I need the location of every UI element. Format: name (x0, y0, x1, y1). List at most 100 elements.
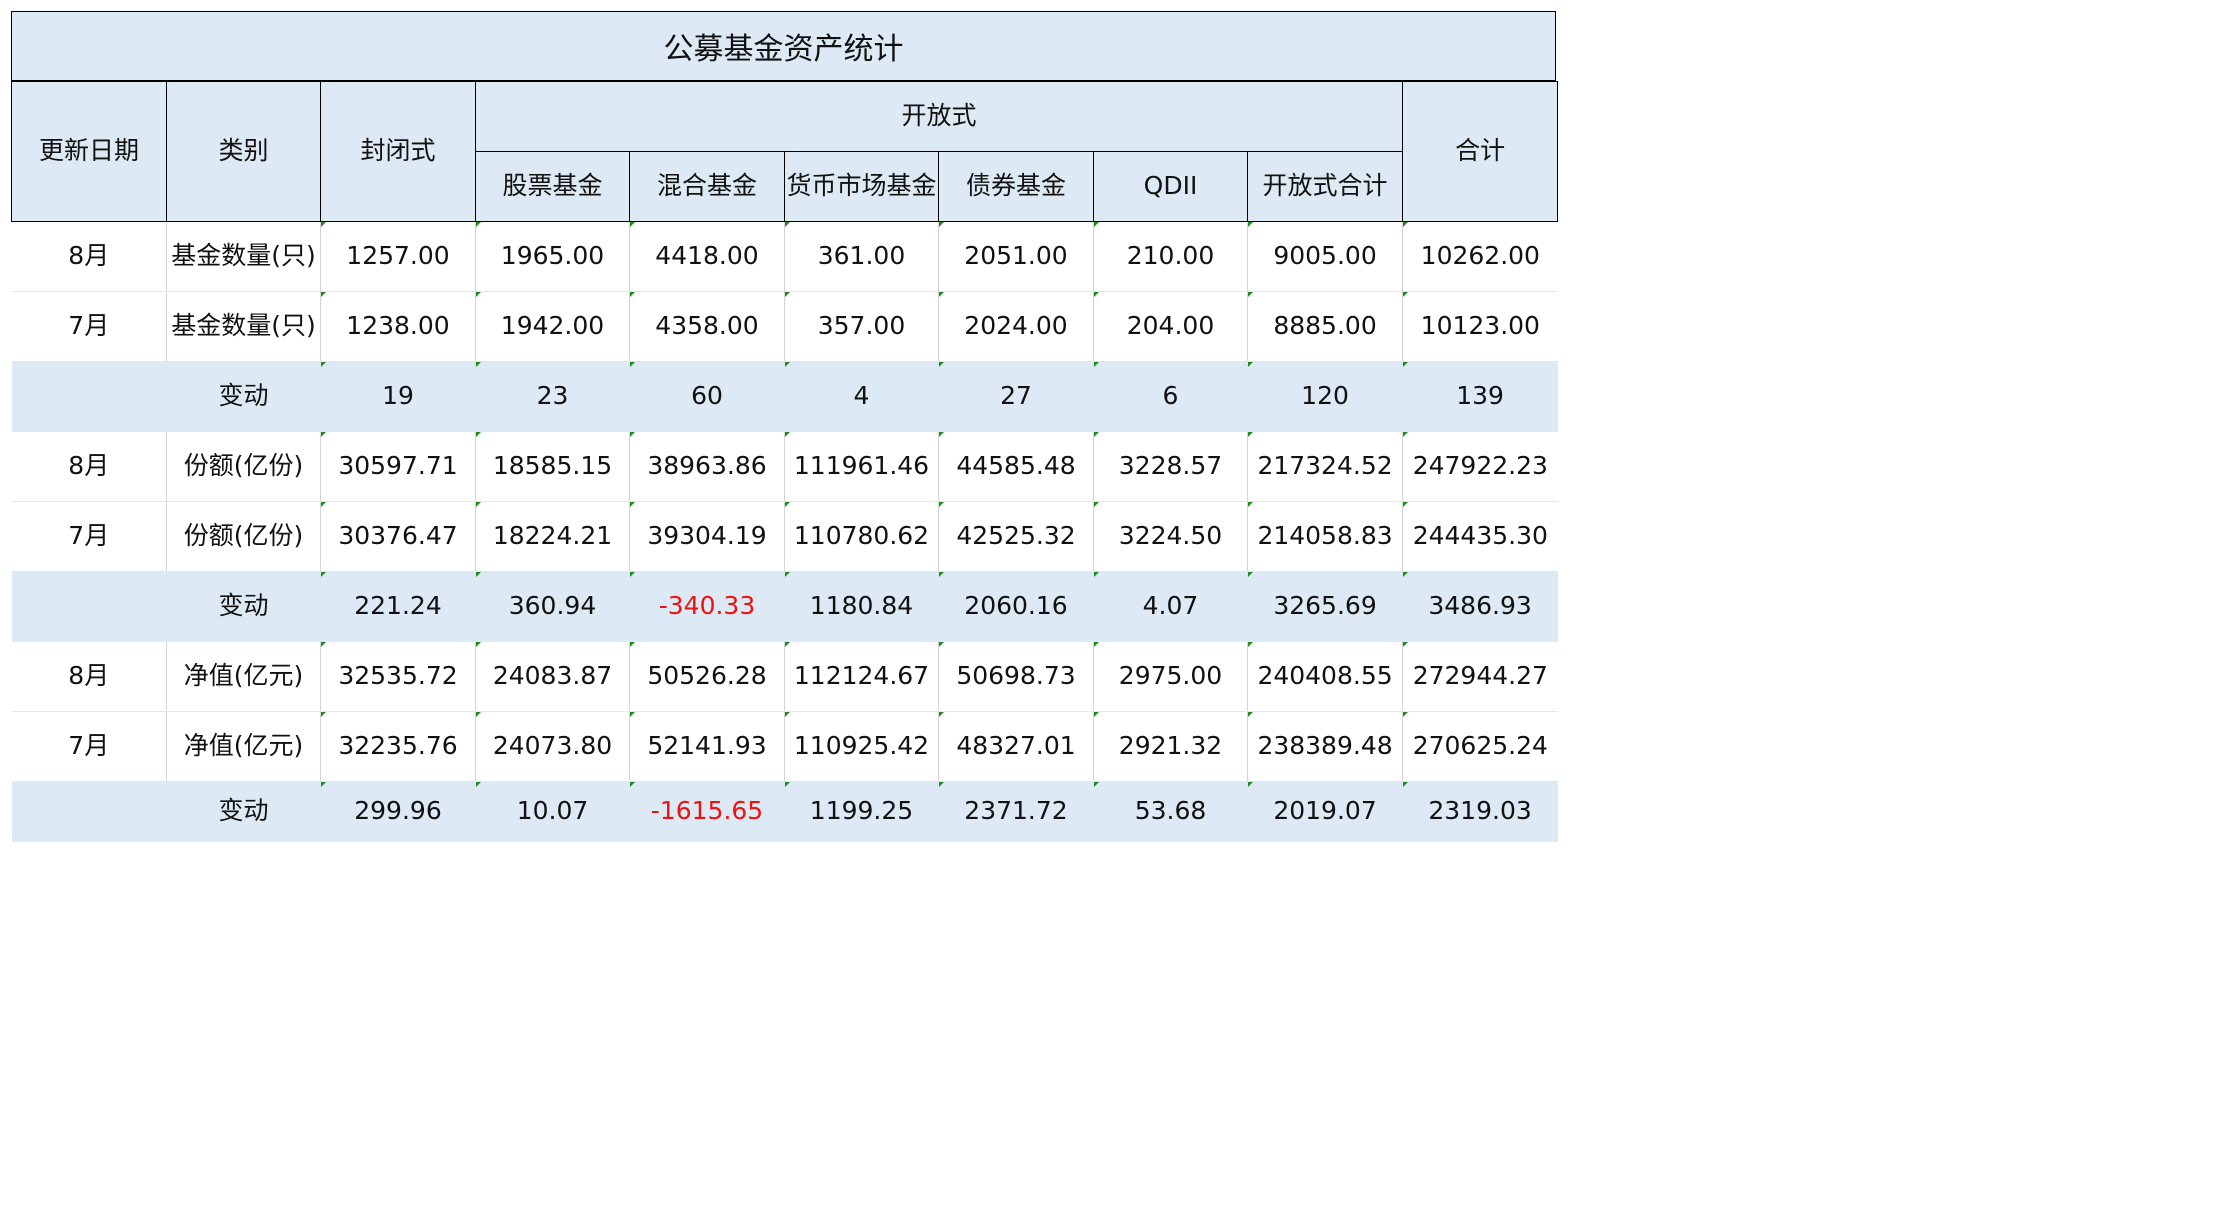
row-value: 38963.86 (629, 431, 785, 502)
row-value: 23 (475, 361, 630, 432)
row-value: 4418.00 (629, 221, 785, 292)
row-category: 净值(亿元) (166, 641, 321, 712)
row-value: 50526.28 (629, 641, 785, 712)
row-date (11, 781, 167, 842)
row-category: 份额(亿份) (166, 431, 321, 502)
header-qdii: QDII (1093, 151, 1248, 222)
row-value: 2051.00 (938, 221, 1094, 292)
row-value: 30376.47 (320, 501, 476, 572)
row-value: 1238.00 (320, 291, 476, 362)
table-row-change: 变动 299.96 10.07 -1615.65 1199.25 2371.72 53.68… (11, 781, 1558, 842)
row-value: 10.07 (475, 781, 630, 842)
row-category: 净值(亿元) (166, 711, 321, 782)
row-value: 8885.00 (1246, 291, 1403, 362)
row-value: 2371.72 (938, 781, 1094, 842)
row-value: 30597.71 (320, 431, 476, 502)
header-money-market-fund: 货币市场基金 (784, 151, 939, 222)
row-date: 8月 (11, 641, 167, 712)
table-title: 公募基金资产统计 (11, 11, 1556, 81)
header-mixed-fund: 混合基金 (629, 151, 785, 222)
row-category: 基金数量(只) (166, 221, 321, 292)
row-value: 3228.57 (1093, 431, 1248, 502)
row-value: 2060.16 (938, 571, 1094, 642)
row-value: 357.00 (784, 291, 939, 362)
row-value: 139 (1402, 361, 1558, 432)
row-value: -340.33 (629, 571, 785, 642)
row-value: 299.96 (320, 781, 476, 842)
row-value: 39304.19 (629, 501, 785, 572)
table-row: 7月 份额(亿份) 30376.47 18224.21 39304.19 110780.6… (11, 501, 1558, 572)
row-value: -1615.65 (629, 781, 785, 842)
row-value: 361.00 (784, 221, 939, 292)
row-date (11, 361, 167, 432)
table-row-change: 变动 221.24 360.94 -340.33 1180.84 2060.16 4.07 3… (11, 571, 1558, 642)
table-row: 8月 基金数量(只) 1257.00 1965.00 4418.00 361.00 2051… (11, 221, 1558, 292)
row-value: 2921.32 (1093, 711, 1248, 782)
row-value: 44585.48 (938, 431, 1094, 502)
row-value: 240408.55 (1246, 641, 1403, 712)
row-value: 2019.07 (1247, 781, 1403, 842)
row-date (11, 571, 167, 642)
header-open-total: 开放式合计 (1247, 151, 1404, 222)
fund-asset-table: 更新日期 类别 封闭式 开放式 合计 股票基金 混合基金 货币市场基金 债券基金… (11, 81, 1559, 842)
header-bond-fund: 债券基金 (938, 151, 1094, 222)
row-value: 112124.67 (784, 641, 939, 712)
row-date: 7月 (11, 711, 167, 782)
row-value: 60 (629, 361, 785, 432)
row-value: 1199.25 (784, 781, 939, 842)
row-date: 7月 (11, 291, 167, 362)
header-total: 合计 (1402, 81, 1559, 222)
row-value: 50698.73 (938, 641, 1094, 712)
table-row: 8月 净值(亿元) 32535.72 24083.87 50526.28 112124.6… (11, 641, 1558, 712)
table-row-change: 变动 19 23 60 4 27 6 120 139 (11, 361, 1558, 432)
row-value: 48327.01 (938, 711, 1094, 782)
table-row: 8月 份额(亿份) 30597.71 18585.15 38963.86 111961.4… (11, 431, 1558, 502)
row-value: 32535.72 (320, 641, 476, 712)
row-value: 2319.03 (1402, 781, 1558, 842)
row-value: 120 (1247, 361, 1403, 432)
row-value: 204.00 (1093, 291, 1248, 362)
row-value: 18224.21 (475, 501, 630, 572)
row-value: 18585.15 (475, 431, 630, 502)
row-value: 2975.00 (1093, 641, 1248, 712)
row-date: 8月 (11, 221, 167, 292)
row-value: 1257.00 (320, 221, 476, 292)
row-value: 10123.00 (1402, 291, 1558, 362)
row-value: 52141.93 (629, 711, 785, 782)
row-value: 4 (784, 361, 939, 432)
row-value: 19 (320, 361, 476, 432)
row-value: 1942.00 (475, 291, 630, 362)
row-date: 8月 (11, 431, 167, 502)
row-value: 24073.80 (475, 711, 630, 782)
row-category: 变动 (166, 781, 321, 842)
row-value: 32235.76 (320, 711, 476, 782)
row-value: 110925.42 (784, 711, 939, 782)
row-value: 10262.00 (1402, 221, 1558, 292)
header-open-group: 开放式 (474, 81, 1404, 152)
row-value: 238389.48 (1246, 711, 1403, 782)
row-value: 3265.69 (1247, 571, 1403, 642)
row-value: 221.24 (320, 571, 476, 642)
row-value: 42525.32 (938, 501, 1094, 572)
table-row: 7月 净值(亿元) 32235.76 24073.80 52141.93 110925.4… (11, 711, 1558, 782)
table-row: 7月 基金数量(只) 1238.00 1942.00 4358.00 357.00 2024… (11, 291, 1558, 362)
header-stock-fund: 股票基金 (475, 151, 630, 222)
row-category: 份额(亿份) (166, 501, 321, 572)
row-value: 244435.30 (1402, 501, 1558, 572)
row-value: 217324.52 (1246, 431, 1403, 502)
row-value: 2024.00 (938, 291, 1094, 362)
row-value: 210.00 (1093, 221, 1248, 292)
row-value: 110780.62 (784, 501, 939, 572)
row-category: 变动 (166, 571, 321, 642)
row-value: 27 (938, 361, 1094, 432)
row-value: 272944.27 (1402, 641, 1558, 712)
row-value: 1965.00 (475, 221, 630, 292)
row-value: 4.07 (1093, 571, 1248, 642)
row-value: 6 (1093, 361, 1248, 432)
row-value: 247922.23 (1402, 431, 1558, 502)
row-category: 基金数量(只) (166, 291, 321, 362)
row-value: 1180.84 (784, 571, 939, 642)
row-value: 9005.00 (1246, 221, 1403, 292)
row-value: 53.68 (1093, 781, 1248, 842)
row-value: 24083.87 (475, 641, 630, 712)
